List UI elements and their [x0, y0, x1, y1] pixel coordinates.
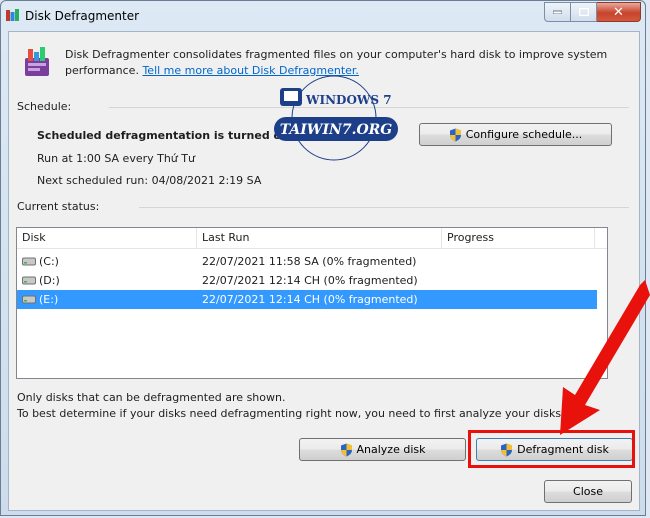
disk-last-run: 22/07/2021 12:14 CH (0% fragmented): [202, 293, 418, 306]
maximize-icon: [578, 8, 589, 16]
current-status-label: Current status:: [17, 200, 100, 213]
configure-schedule-label: Configure schedule...: [465, 128, 583, 141]
title-bar[interactable]: Disk Defragmenter ✕: [1, 1, 645, 31]
column-disk[interactable]: Disk: [17, 228, 197, 248]
window-title: Disk Defragmenter: [25, 9, 140, 23]
close-window-button[interactable]: ✕: [597, 2, 641, 22]
disk-last-run: 22/07/2021 11:58 SA (0% fragmented): [202, 255, 417, 268]
minimize-button[interactable]: [544, 2, 571, 22]
close-icon: ✕: [613, 4, 624, 20]
highlight-box: [468, 430, 635, 468]
disk-name: (E:): [39, 293, 59, 306]
disk-list[interactable]: Disk Last Run Progress (C:) 22/07/2021 1…: [16, 227, 608, 379]
schedule-run-at: Run at 1:00 SA every Thứ Tư: [37, 152, 195, 165]
schedule-next-run: Next scheduled run: 04/08/2021 2:19 SA: [37, 174, 262, 187]
disk-name: (D:): [39, 274, 60, 287]
watermark-line-1: WINDOWS 7: [305, 93, 392, 107]
minimize-icon: [553, 10, 562, 14]
close-button-label: Close: [573, 485, 603, 498]
watermark-line-2: TAIWIN7.ORG: [280, 122, 393, 138]
maximize-button[interactable]: [571, 2, 597, 22]
column-last-run[interactable]: Last Run: [197, 228, 442, 248]
close-button[interactable]: Close: [544, 480, 632, 503]
disk-row-d[interactable]: (D:) 22/07/2021 12:14 CH (0% fragmented): [17, 271, 597, 290]
analyze-disk-button[interactable]: Analyze disk: [299, 438, 466, 461]
disk-list-header: Disk Last Run Progress: [17, 228, 607, 249]
uac-shield-icon: [340, 443, 352, 456]
disk-last-run: 22/07/2021 12:14 CH (0% fragmented): [202, 274, 418, 287]
drive-icon: [22, 276, 36, 285]
defrag-icon: [25, 47, 49, 76]
current-status-divider: [139, 207, 629, 208]
defrag-app-icon: [6, 9, 19, 21]
note-line-1: Only disks that can be defragmented are …: [17, 391, 286, 404]
analyze-disk-label: Analyze disk: [356, 443, 426, 456]
schedule-label: Schedule:: [17, 100, 72, 113]
red-arrow-icon: [560, 280, 650, 435]
drive-icon: [22, 257, 36, 266]
drive-icon: [22, 295, 36, 304]
disk-name: (C:): [39, 255, 59, 268]
configure-schedule-button[interactable]: Configure schedule...: [419, 123, 612, 146]
watermark-logo: WINDOWS 7 TAIWIN7.ORG: [274, 75, 398, 161]
uac-shield-icon: [449, 128, 461, 141]
schedule-status: Scheduled defragmentation is turned on: [37, 129, 289, 142]
column-progress[interactable]: Progress: [442, 228, 595, 248]
disk-row-e[interactable]: (E:) 22/07/2021 12:14 CH (0% fragmented): [17, 290, 597, 309]
note-line-2: To best determine if your disks need def…: [17, 407, 565, 420]
disk-row-c[interactable]: (C:) 22/07/2021 11:58 SA (0% fragmented): [17, 252, 597, 271]
